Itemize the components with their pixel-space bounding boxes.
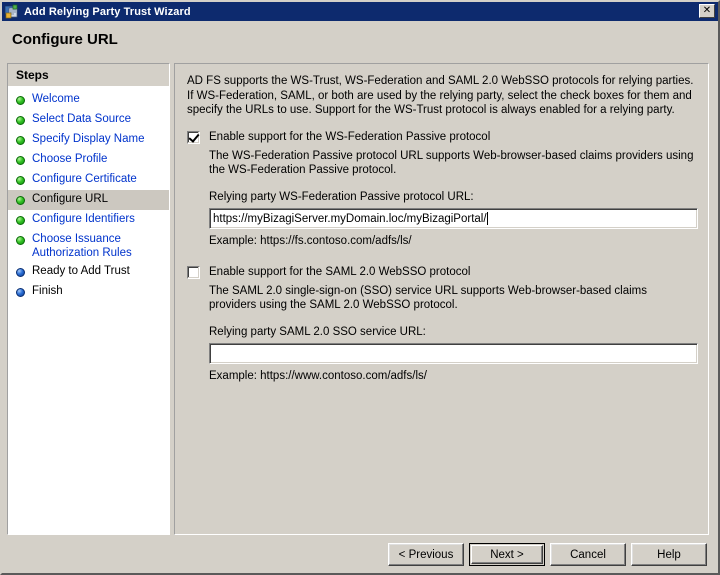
step-bullet-icon (16, 216, 25, 225)
step-bullet-icon (16, 116, 25, 125)
page-title: Configure URL (12, 31, 118, 48)
saml-url-input[interactable] (209, 343, 698, 364)
wsfed-checkbox[interactable] (187, 130, 200, 144)
sidebar-item-ready-to-add-trust[interactable]: Ready to Add Trust (8, 262, 169, 282)
sidebar-item-label: Configure Identifiers (32, 213, 135, 225)
sidebar-item-label: Configure URL (32, 193, 109, 205)
page-heading-area: Configure URL (2, 21, 718, 59)
step-bullet-icon (16, 268, 25, 277)
sidebar-item-label: Welcome (32, 93, 80, 105)
sidebar-item-configure-certificate[interactable]: Configure Certificate (8, 170, 169, 190)
intro-text: AD FS supports the WS-Trust, WS-Federati… (187, 75, 694, 116)
wsfed-field-label: Relying party WS-Federation Passive prot… (209, 190, 474, 203)
sidebar-item-specify-display-name[interactable]: Specify Display Name (8, 130, 169, 150)
steps-list: Welcome Select Data Source Specify Displ… (8, 86, 169, 302)
sidebar-item-label: Choose Profile (32, 153, 108, 165)
window-title: Add Relying Party Trust Wizard (24, 5, 191, 18)
help-button[interactable]: Help (631, 543, 707, 566)
next-button[interactable]: Next > (469, 543, 545, 566)
saml-checkbox-row[interactable]: Enable support for the SAML 2.0 WebSSO p… (187, 265, 696, 279)
close-icon[interactable]: ✕ (699, 4, 715, 18)
sidebar-item-finish[interactable]: Finish (8, 282, 169, 302)
sidebar-item-configure-identifiers[interactable]: Configure Identifiers (8, 210, 169, 230)
sidebar-item-label: Finish (32, 285, 63, 297)
sidebar-item-choose-profile[interactable]: Choose Profile (8, 150, 169, 170)
button-bar: < Previous Next > Cancel Help (2, 535, 718, 573)
title-bar: Add Relying Party Trust Wizard ✕ (2, 2, 718, 21)
sidebar-item-choose-issuance-authorization-rules[interactable]: Choose Issuance Authorization Rules (8, 230, 169, 262)
steps-sidebar: Steps Welcome Select Data Source Specify… (7, 63, 170, 535)
wsfed-url-input[interactable]: https://myBizagiServer.myDomain.loc/myBi… (209, 208, 698, 229)
wizard-window: Add Relying Party Trust Wizard ✕ Configu… (0, 0, 720, 575)
step-bullet-icon (16, 236, 25, 245)
main-content-panel: AD FS supports the WS-Trust, WS-Federati… (174, 63, 709, 535)
wsfed-url-value: https://myBizagiServer.myDomain.loc/myBi… (213, 212, 487, 225)
sidebar-item-label: Choose Issuance Authorization Rules (32, 233, 132, 259)
step-bullet-icon (16, 96, 25, 105)
sidebar-item-label: Specify Display Name (32, 133, 145, 145)
saml-field-label: Relying party SAML 2.0 SSO service URL: (209, 325, 426, 338)
sidebar-item-select-data-source[interactable]: Select Data Source (8, 110, 169, 130)
saml-example-text: Example: https://www.contoso.com/adfs/ls… (209, 370, 427, 382)
wizard-window-icon (4, 4, 20, 20)
step-bullet-icon (16, 156, 25, 165)
saml-checkbox-label: Enable support for the SAML 2.0 WebSSO p… (209, 265, 471, 278)
next-button-label: Next > (471, 545, 543, 564)
step-bullet-icon (16, 176, 25, 185)
sidebar-item-configure-url[interactable]: Configure URL (8, 190, 169, 210)
step-bullet-icon (16, 288, 25, 297)
step-bullet-icon (16, 136, 25, 145)
sidebar-item-welcome[interactable]: Welcome (8, 90, 169, 110)
saml-description: The SAML 2.0 single-sign-on (SSO) servic… (209, 284, 648, 312)
sidebar-item-label: Ready to Add Trust (32, 265, 130, 277)
wsfed-checkbox-label: Enable support for the WS-Federation Pas… (209, 130, 491, 143)
sidebar-item-label: Configure Certificate (32, 173, 137, 185)
text-caret (486, 212, 488, 225)
step-bullet-icon (16, 196, 25, 205)
saml-checkbox[interactable] (187, 265, 200, 279)
wsfed-example-text: Example: https://fs.contoso.com/adfs/ls/ (209, 235, 412, 247)
wsfed-checkbox-row[interactable]: Enable support for the WS-Federation Pas… (187, 130, 696, 144)
previous-button[interactable]: < Previous (388, 543, 464, 566)
cancel-button[interactable]: Cancel (550, 543, 626, 566)
wsfed-description: The WS-Federation Passive protocol URL s… (209, 149, 694, 177)
sidebar-item-label: Select Data Source (32, 113, 132, 125)
steps-header: Steps (8, 64, 169, 86)
